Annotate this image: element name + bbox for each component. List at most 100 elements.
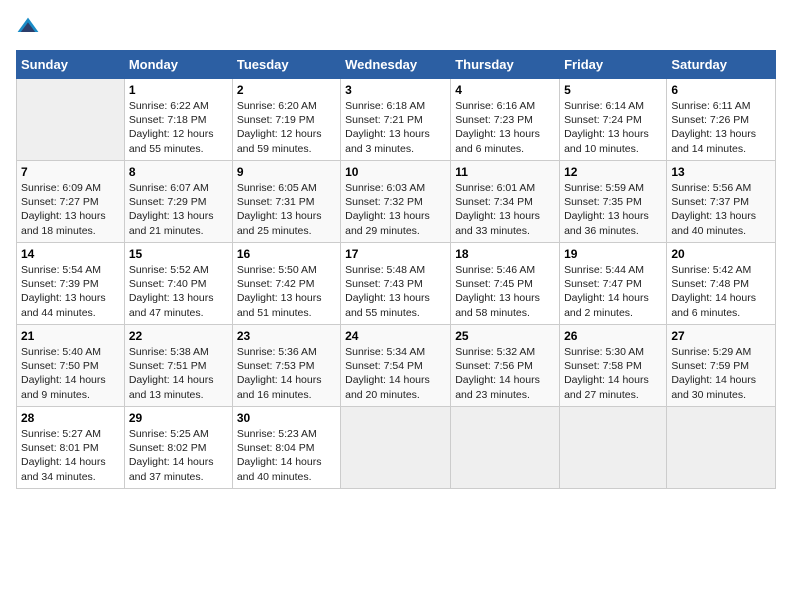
calendar-cell: [560, 407, 667, 489]
calendar-cell: 20 Sunrise: 5:42 AM Sunset: 7:48 PM Dayli…: [667, 243, 776, 325]
day-number: 17: [345, 247, 446, 261]
calendar-cell: 29 Sunrise: 5:25 AM Sunset: 8:02 PM Dayli…: [124, 407, 232, 489]
day-number: 23: [237, 329, 336, 343]
calendar-week-row: 7 Sunrise: 6:09 AM Sunset: 7:27 PM Daylig…: [17, 161, 776, 243]
day-number: 18: [455, 247, 555, 261]
day-number: 10: [345, 165, 446, 179]
day-number: 14: [21, 247, 120, 261]
calendar-cell: 14 Sunrise: 5:54 AM Sunset: 7:39 PM Dayli…: [17, 243, 125, 325]
day-number: 15: [129, 247, 228, 261]
day-number: 7: [21, 165, 120, 179]
col-header-monday: Monday: [124, 51, 232, 79]
col-header-saturday: Saturday: [667, 51, 776, 79]
calendar-week-row: 21 Sunrise: 5:40 AM Sunset: 7:50 PM Dayli…: [17, 325, 776, 407]
day-info: Sunrise: 6:01 AM Sunset: 7:34 PM Dayligh…: [455, 181, 555, 238]
calendar-cell: 26Sunrise: 5:30 AM Sunset: 7:58 PM Dayli…: [560, 325, 667, 407]
day-number: 12: [564, 165, 662, 179]
day-number: 11: [455, 165, 555, 179]
day-number: 6: [671, 83, 771, 97]
day-number: 4: [455, 83, 555, 97]
calendar-cell: 10 Sunrise: 6:03 AM Sunset: 7:32 PM Dayli…: [341, 161, 451, 243]
calendar-cell: 25 Sunrise: 5:32 AM Sunset: 7:56 PM Dayli…: [451, 325, 560, 407]
calendar-cell: 13 Sunrise: 5:56 AM Sunset: 7:37 PM Dayli…: [667, 161, 776, 243]
day-info: Sunrise: 6:07 AM Sunset: 7:29 PM Dayligh…: [129, 181, 228, 238]
day-info: Sunrise: 5:27 AM Sunset: 8:01 PM Dayligh…: [21, 427, 120, 484]
day-info: Sunrise: 6:09 AM Sunset: 7:27 PM Dayligh…: [21, 181, 120, 238]
day-number: 3: [345, 83, 446, 97]
logo-icon: [16, 16, 40, 40]
calendar-cell: 23 Sunrise: 5:36 AM Sunset: 7:53 PM Dayli…: [232, 325, 340, 407]
day-number: 24: [345, 329, 446, 343]
day-info: Sunrise: 5:32 AM Sunset: 7:56 PM Dayligh…: [455, 345, 555, 402]
calendar-header: SundayMondayTuesdayWednesdayThursdayFrid…: [17, 51, 776, 79]
day-info: Sunrise: 6:11 AM Sunset: 7:26 PM Dayligh…: [671, 99, 771, 156]
day-info: Sunrise: 5:25 AM Sunset: 8:02 PM Dayligh…: [129, 427, 228, 484]
day-number: 30: [237, 411, 336, 425]
calendar-cell: 6 Sunrise: 6:11 AM Sunset: 7:26 PM Daylig…: [667, 79, 776, 161]
day-number: 25: [455, 329, 555, 343]
logo: [16, 16, 44, 40]
day-number: 2: [237, 83, 336, 97]
day-number: 29: [129, 411, 228, 425]
calendar-cell: 19 Sunrise: 5:44 AM Sunset: 7:47 PM Dayli…: [560, 243, 667, 325]
calendar-cell: 7 Sunrise: 6:09 AM Sunset: 7:27 PM Daylig…: [17, 161, 125, 243]
day-number: 19: [564, 247, 662, 261]
day-info: Sunrise: 5:34 AM Sunset: 7:54 PM Dayligh…: [345, 345, 446, 402]
calendar-cell: 30 Sunrise: 5:23 AM Sunset: 8:04 PM Dayli…: [232, 407, 340, 489]
day-info: Sunrise: 5:44 AM Sunset: 7:47 PM Dayligh…: [564, 263, 662, 320]
col-header-wednesday: Wednesday: [341, 51, 451, 79]
day-number: 21: [21, 329, 120, 343]
day-info: Sunrise: 5:52 AM Sunset: 7:40 PM Dayligh…: [129, 263, 228, 320]
day-info: Sunrise: 5:48 AM Sunset: 7:43 PM Dayligh…: [345, 263, 446, 320]
calendar-cell: 21 Sunrise: 5:40 AM Sunset: 7:50 PM Dayli…: [17, 325, 125, 407]
day-number: 8: [129, 165, 228, 179]
day-info: Sunrise: 5:36 AM Sunset: 7:53 PM Dayligh…: [237, 345, 336, 402]
day-info: Sunrise: 6:20 AM Sunset: 7:19 PM Dayligh…: [237, 99, 336, 156]
calendar-cell: 5Sunrise: 6:14 AM Sunset: 7:24 PM Daylig…: [560, 79, 667, 161]
day-info: Sunrise: 5:38 AM Sunset: 7:51 PM Dayligh…: [129, 345, 228, 402]
calendar-cell: 8 Sunrise: 6:07 AM Sunset: 7:29 PM Daylig…: [124, 161, 232, 243]
calendar-cell: 15 Sunrise: 5:52 AM Sunset: 7:40 PM Dayli…: [124, 243, 232, 325]
day-info: Sunrise: 5:30 AM Sunset: 7:58 PM Dayligh…: [564, 345, 662, 402]
day-info: Sunrise: 5:42 AM Sunset: 7:48 PM Dayligh…: [671, 263, 771, 320]
calendar-week-row: 14 Sunrise: 5:54 AM Sunset: 7:39 PM Dayli…: [17, 243, 776, 325]
calendar-cell: 24 Sunrise: 5:34 AM Sunset: 7:54 PM Dayli…: [341, 325, 451, 407]
day-info: Sunrise: 5:50 AM Sunset: 7:42 PM Dayligh…: [237, 263, 336, 320]
day-number: 1: [129, 83, 228, 97]
day-info: Sunrise: 6:03 AM Sunset: 7:32 PM Dayligh…: [345, 181, 446, 238]
day-number: 20: [671, 247, 771, 261]
day-info: Sunrise: 6:16 AM Sunset: 7:23 PM Dayligh…: [455, 99, 555, 156]
calendar-cell: [667, 407, 776, 489]
calendar-cell: 16Sunrise: 5:50 AM Sunset: 7:42 PM Dayli…: [232, 243, 340, 325]
day-info: Sunrise: 6:05 AM Sunset: 7:31 PM Dayligh…: [237, 181, 336, 238]
calendar-cell: 1 Sunrise: 6:22 AM Sunset: 7:18 PM Daylig…: [124, 79, 232, 161]
calendar-cell: 2 Sunrise: 6:20 AM Sunset: 7:19 PM Daylig…: [232, 79, 340, 161]
calendar-cell: 11 Sunrise: 6:01 AM Sunset: 7:34 PM Dayli…: [451, 161, 560, 243]
page-header: [16, 16, 776, 40]
day-info: Sunrise: 5:56 AM Sunset: 7:37 PM Dayligh…: [671, 181, 771, 238]
calendar-cell: 27 Sunrise: 5:29 AM Sunset: 7:59 PM Dayli…: [667, 325, 776, 407]
day-info: Sunrise: 5:54 AM Sunset: 7:39 PM Dayligh…: [21, 263, 120, 320]
calendar-cell: [17, 79, 125, 161]
day-info: Sunrise: 5:40 AM Sunset: 7:50 PM Dayligh…: [21, 345, 120, 402]
calendar-cell: [341, 407, 451, 489]
day-number: 22: [129, 329, 228, 343]
calendar-cell: 18Sunrise: 5:46 AM Sunset: 7:45 PM Dayli…: [451, 243, 560, 325]
calendar-table: SundayMondayTuesdayWednesdayThursdayFrid…: [16, 50, 776, 489]
day-info: Sunrise: 5:29 AM Sunset: 7:59 PM Dayligh…: [671, 345, 771, 402]
col-header-friday: Friday: [560, 51, 667, 79]
calendar-cell: [451, 407, 560, 489]
col-header-tuesday: Tuesday: [232, 51, 340, 79]
day-number: 5: [564, 83, 662, 97]
col-header-sunday: Sunday: [17, 51, 125, 79]
calendar-cell: 22 Sunrise: 5:38 AM Sunset: 7:51 PM Dayli…: [124, 325, 232, 407]
calendar-cell: 12Sunrise: 5:59 AM Sunset: 7:35 PM Dayli…: [560, 161, 667, 243]
day-number: 27: [671, 329, 771, 343]
day-number: 9: [237, 165, 336, 179]
day-number: 13: [671, 165, 771, 179]
calendar-cell: 9 Sunrise: 6:05 AM Sunset: 7:31 PM Daylig…: [232, 161, 340, 243]
calendar-cell: 28Sunrise: 5:27 AM Sunset: 8:01 PM Dayli…: [17, 407, 125, 489]
day-info: Sunrise: 5:23 AM Sunset: 8:04 PM Dayligh…: [237, 427, 336, 484]
day-info: Sunrise: 6:22 AM Sunset: 7:18 PM Dayligh…: [129, 99, 228, 156]
day-info: Sunrise: 6:18 AM Sunset: 7:21 PM Dayligh…: [345, 99, 446, 156]
